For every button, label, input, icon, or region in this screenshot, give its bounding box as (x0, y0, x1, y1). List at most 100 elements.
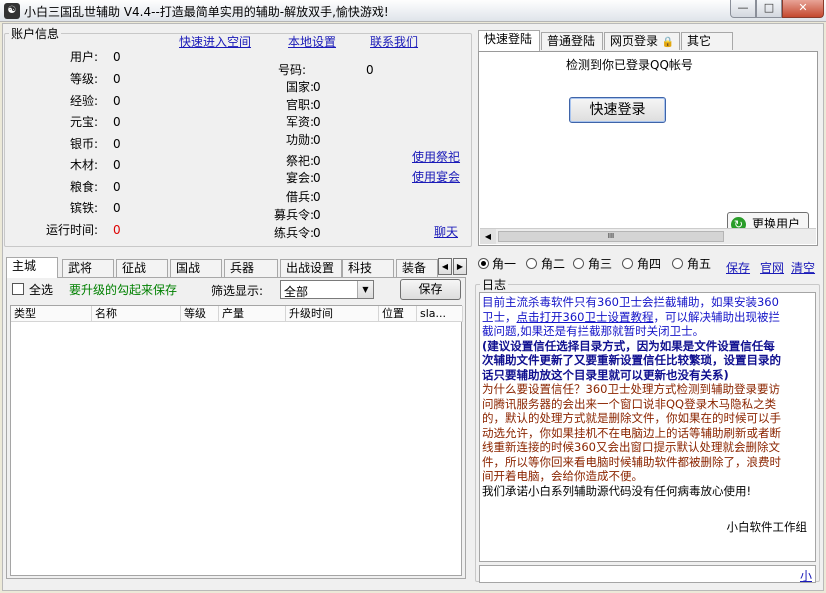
number-label: 号码: (277, 63, 306, 77)
minimize-button[interactable]: — (730, 0, 756, 18)
quick-login-button[interactable]: 快速登录 (569, 97, 666, 123)
upgrade-hint-text: 要升级的勾起来保存 (69, 283, 178, 297)
save-button[interactable]: 保存 (400, 279, 461, 300)
role-2-label: 角二 (541, 257, 566, 271)
tab-scroll-left-icon[interactable]: ◀ (438, 258, 452, 275)
tab-normal-login[interactable]: 普通登陆 (541, 32, 603, 50)
role-5-label: 角五 (687, 257, 712, 271)
column-header-position[interactable]: 位置 (379, 306, 417, 322)
contact-us-link[interactable]: 联系我们 (370, 33, 418, 50)
user-value: 0 (113, 50, 121, 64)
column-header-upgrade-time[interactable]: 升级时间 (286, 306, 379, 322)
select-all-checkbox[interactable] (12, 283, 24, 295)
silver-value: 0 (113, 137, 121, 151)
merit-label: 功勋: (285, 133, 314, 147)
quick-space-link[interactable]: 快速进入空间 (179, 33, 251, 50)
office-label: 官职: (285, 98, 314, 112)
role-1-radio[interactable] (478, 258, 489, 269)
tab-other[interactable]: 其它 (681, 32, 733, 50)
merit-value: 0 (313, 133, 321, 147)
scroll-left-icon[interactable]: ◀ (480, 229, 496, 244)
borrow-troops-label: 借兵: (285, 190, 314, 204)
office-value: 0 (313, 98, 321, 112)
window-title: 小白三国乱世辅助 V4.4--打造最简单实用的辅助-解放双手,愉快游戏! (24, 5, 389, 19)
level-label: 等级: (69, 72, 98, 86)
use-banquet-link[interactable]: 使用宴会 (412, 168, 460, 185)
exp-value: 0 (113, 94, 121, 108)
log-paragraph-trust-advice: (建议设置信任选择目录方式，因为如果是文件设置信任每次辅助文件更新了又要重新设置… (482, 338, 781, 382)
chevron-down-icon[interactable]: ▼ (357, 281, 373, 298)
column-header-sla[interactable]: sla... (417, 306, 463, 322)
tab-equipment[interactable]: 装备 (396, 259, 438, 277)
supplies-value: 0 (313, 115, 321, 129)
role-3-radio[interactable] (573, 258, 584, 269)
tab-technology[interactable]: 科技 (342, 259, 394, 277)
recruit-order-label: 募兵令: (273, 208, 314, 222)
recruit-order-value: 0 (313, 208, 321, 222)
close-button[interactable]: ✕ (782, 0, 824, 18)
tab-battle-settings[interactable]: 出战设置 (280, 259, 342, 277)
wood-label: 木材: (69, 158, 98, 172)
main-tabbar: 主城 武将 征战 国战 兵器 出战设置 科技 装备 ◀ ▶ (6, 257, 467, 278)
sacrifice-label: 祭祀: (285, 154, 314, 168)
iron-value: 0 (113, 201, 121, 215)
silver-label: 银币: (69, 137, 98, 151)
clear-link[interactable]: 清空 (791, 259, 815, 276)
select-all-label: 全选 (29, 283, 54, 297)
borrow-troops-value: 0 (313, 190, 321, 204)
role-1-label: 角一 (492, 257, 517, 271)
log-signature: 小白软件工作组 (726, 520, 808, 534)
building-table[interactable]: 类型 名称 等级 产量 升级时间 位置 sla... (10, 305, 463, 576)
log-textbox[interactable]: 目前主流杀毒软件只有360卫士会拦截辅助，如果安装360卫士，点击打开360卫士… (479, 292, 816, 562)
website-link[interactable]: 官网 (760, 259, 784, 276)
title-bar[interactable]: ☯ 小白三国乱世辅助 V4.4--打造最简单实用的辅助-解放双手,愉快游戏! —… (0, 0, 826, 22)
role-5-radio[interactable] (672, 258, 683, 269)
login-horizontal-scrollbar[interactable]: ◀ III (480, 228, 816, 244)
food-value: 0 (113, 180, 121, 194)
train-order-label: 练兵令: (273, 226, 314, 240)
account-info-legend: 账户信息 (11, 27, 60, 41)
number-value: 0 (366, 63, 374, 77)
column-header-level[interactable]: 等级 (181, 306, 219, 322)
tab-campaign[interactable]: 征战 (116, 259, 168, 277)
lock-icon: 🔒 (661, 37, 675, 48)
log-paragraph-why-trust: 为什么要设置信任？360卫士处理方式检测到辅助登录要访问腾讯服务器的会出来一个窗… (482, 382, 781, 483)
column-header-type[interactable]: 类型 (11, 306, 92, 322)
role-2-radio[interactable] (526, 258, 537, 269)
tab-scroll-right-icon[interactable]: ▶ (453, 258, 467, 275)
tab-web-login[interactable]: 网页登录 🔒 (604, 32, 680, 50)
wood-value: 0 (113, 158, 121, 172)
maximize-button[interactable]: □ (756, 0, 782, 18)
food-label: 粮食: (69, 180, 98, 194)
tab-web-login-label: 网页登录 (610, 34, 659, 48)
scroll-thumb[interactable]: III (498, 231, 724, 242)
bottom-input-field[interactable]: 小 (479, 565, 816, 583)
tab-weapons[interactable]: 兵器 (224, 259, 278, 277)
banquet-label: 宴会: (285, 171, 314, 185)
use-sacrifice-link[interactable]: 使用祭祀 (412, 148, 460, 165)
log-360-tutorial-link[interactable]: 点击打开360卫士设置教程 (517, 310, 654, 324)
tab-generals[interactable]: 武将 (62, 259, 114, 277)
local-settings-link[interactable]: 本地设置 (288, 33, 336, 50)
country-value: 0 (313, 80, 321, 94)
bottom-small-link[interactable]: 小 (800, 567, 812, 584)
role-4-radio[interactable] (622, 258, 633, 269)
exp-label: 经验: (69, 94, 98, 108)
sacrifice-value: 0 (313, 154, 321, 168)
level-value: 0 (113, 72, 121, 86)
role-3-label: 角三 (588, 257, 613, 271)
app-icon: ☯ (4, 3, 20, 19)
chat-link[interactable]: 聊天 (434, 223, 458, 240)
yuanbao-value: 0 (113, 115, 121, 129)
log-legend: 日志 (482, 278, 507, 292)
tab-quick-login[interactable]: 快速登陆 (478, 30, 540, 51)
save-link[interactable]: 保存 (726, 259, 750, 276)
tab-national-war[interactable]: 国战 (170, 259, 222, 277)
supplies-label: 军资: (285, 115, 314, 129)
runtime-value: 0 (113, 223, 121, 237)
filter-select[interactable]: 全部 ▼ (280, 280, 374, 299)
role-4-label: 角四 (637, 257, 662, 271)
column-header-name[interactable]: 名称 (92, 306, 181, 322)
column-header-output[interactable]: 产量 (219, 306, 286, 322)
tab-main-city[interactable]: 主城 (6, 257, 58, 278)
